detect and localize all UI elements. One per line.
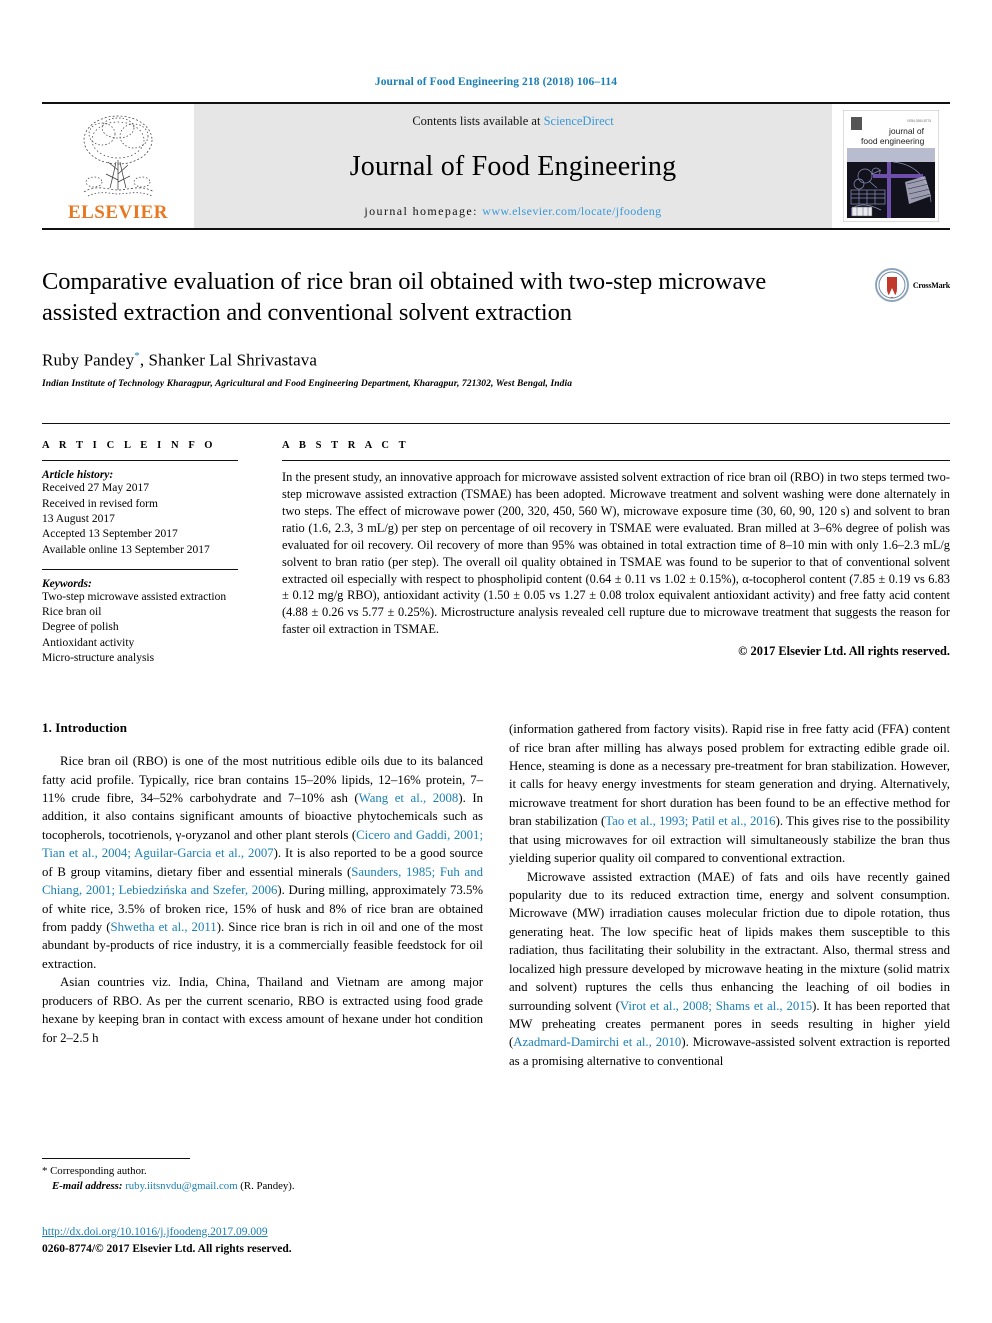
elsevier-logo: ELSEVIER [42, 104, 194, 228]
article-history-2: 13 August 2017 [42, 512, 115, 525]
body-column-left: 1. Introduction Rice bran oil (RBO) is o… [42, 720, 483, 1070]
title-block: Comparative evaluation of rice bran oil … [42, 266, 950, 389]
abstract-rule [282, 460, 950, 462]
info-rule-mid [42, 568, 238, 570]
abstract-column: A B S T R A C T In the present study, an… [282, 440, 950, 666]
abstract-copyright: © 2017 Elsevier Ltd. All rights reserved… [738, 643, 950, 658]
abstract-heading: A B S T R A C T [282, 440, 410, 452]
crossmark-badge[interactable]: CrossMark [874, 268, 950, 302]
citation-link[interactable]: Azadmard-Damirchi et al., 2010 [513, 1035, 681, 1049]
running-head: Journal of Food Engineering 218 (2018) 1… [374, 76, 618, 88]
citation-link[interactable]: Shwetha et al., 2011 [111, 920, 217, 934]
svg-text:ISSN 0260-8774: ISSN 0260-8774 [907, 119, 931, 123]
paragraph-text: Microwave assisted extraction (MAE) of f… [509, 869, 950, 1013]
crossmark-icon [874, 268, 909, 302]
elsevier-tree-icon [83, 115, 155, 197]
info-abstract-region: A R T I C L E I N F O Article history: R… [42, 423, 950, 666]
contents-list-line: Contents lists available at ScienceDirec… [412, 114, 613, 129]
homepage-url-link[interactable]: www.elsevier.com/locate/jfoodeng [482, 204, 661, 218]
doi-block: http://dx.doi.org/10.1016/j.jfoodeng.201… [42, 1222, 494, 1255]
masthead-center: Contents lists available at ScienceDirec… [194, 104, 832, 228]
keyword-3: Antioxidant activity [42, 636, 135, 649]
article-history-3: Accepted 13 September 2017 [42, 528, 178, 541]
email-address-label: E-mail address: [52, 1179, 123, 1192]
article-history-1: Received in revised form [42, 497, 158, 510]
crossmark-label: CrossMark [912, 280, 950, 290]
keyword-2: Degree of polish [42, 621, 119, 634]
paragraph: Microwave assisted extraction (MAE) of f… [509, 868, 950, 1071]
citation-link[interactable]: Tao et al., 1993; Patil et al., 2016 [605, 814, 775, 828]
author-list: Ruby Pandey*, Shanker Lal Shrivastava [42, 350, 950, 371]
keyword-1: Rice bran oil [42, 606, 102, 619]
keyword-0: Two-step microwave assisted extraction [42, 590, 227, 603]
footnote-email-line: E-mail address: ruby.iitsnvdu@gmail.com … [42, 1179, 494, 1194]
journal-cover-thumbnail: ISSN 0260-8774 journal of food engineeri… [832, 104, 950, 228]
issn-copyright-line: 0260-8774/© 2017 Elsevier Ltd. All right… [42, 1243, 292, 1255]
author-affiliation: Indian Institute of Technology Kharagpur… [42, 379, 573, 390]
footnote-marker: * [42, 1165, 48, 1177]
paragraph: Rice bran oil (RBO) is one of the most n… [42, 752, 483, 973]
footnote-rule [42, 1158, 190, 1159]
body-columns: 1. Introduction Rice bran oil (RBO) is o… [42, 720, 950, 1070]
contents-prefix: Contents lists available at [412, 114, 544, 128]
article-info-column: A R T I C L E I N F O Article history: R… [42, 440, 238, 666]
elsevier-wordmark: ELSEVIER [67, 202, 169, 223]
corresponding-author-footnote: * Corresponding author. E-mail address: … [42, 1158, 494, 1193]
article-info-heading: A R T I C L E I N F O [42, 440, 217, 452]
journal-masthead: ELSEVIER Contents lists available at Sci… [42, 102, 950, 230]
author-primary: Ruby Pandey [42, 350, 135, 370]
citation-link[interactable]: Wang et al., 2008 [359, 791, 459, 805]
svg-text:food engineering: food engineering [861, 136, 925, 146]
homepage-prefix: journal homepage: [364, 204, 483, 218]
article-history-0: Received 27 May 2017 [42, 482, 149, 495]
info-rule-top [42, 460, 238, 462]
paragraph-text: (information gathered from factory visit… [509, 722, 950, 829]
author-secondary: , Shanker Lal Shrivastava [139, 350, 318, 370]
body-column-right: (information gathered from factory visit… [509, 720, 950, 1070]
abstract-text: In the present study, an innovative appr… [282, 470, 950, 637]
article-title: Comparative evaluation of rice bran oil … [42, 268, 767, 327]
keyword-4: Micro-structure analysis [42, 651, 155, 664]
paper-page: Journal of Food Engineering 218 (2018) 1… [0, 0, 992, 1323]
email-address-link[interactable]: ruby.iitsnvdu@gmail.com [125, 1180, 237, 1192]
sciencedirect-link[interactable]: ScienceDirect [544, 114, 614, 128]
section-heading-introduction: 1. Introduction [42, 720, 128, 736]
journal-homepage-line: journal homepage: www.elsevier.com/locat… [364, 204, 661, 219]
paragraph-text: Asian countries viz. India, China, Thail… [42, 975, 483, 1045]
footnote-corresponding-label: Corresponding author. [50, 1165, 147, 1177]
svg-text:journal of: journal of [888, 126, 925, 136]
footnote-corresponding-line: * Corresponding author. [42, 1164, 494, 1179]
doi-link[interactable]: http://dx.doi.org/10.1016/j.jfoodeng.201… [42, 1226, 268, 1238]
paragraph: (information gathered from factory visit… [509, 720, 950, 867]
citation-link[interactable]: Virot et al., 2008; Shams et al., 2015 [620, 999, 812, 1013]
journal-cover-image: ISSN 0260-8774 journal of food engineeri… [843, 110, 939, 222]
article-history-label: Article history: [42, 469, 114, 482]
article-history-4: Available online 13 September 2017 [42, 543, 210, 556]
email-address-suffix: (R. Pandey). [240, 1179, 295, 1192]
keywords-label: Keywords: [42, 577, 92, 590]
paragraph: Asian countries viz. India, China, Thail… [42, 973, 483, 1047]
journal-title: Journal of Food Engineering [349, 150, 677, 182]
